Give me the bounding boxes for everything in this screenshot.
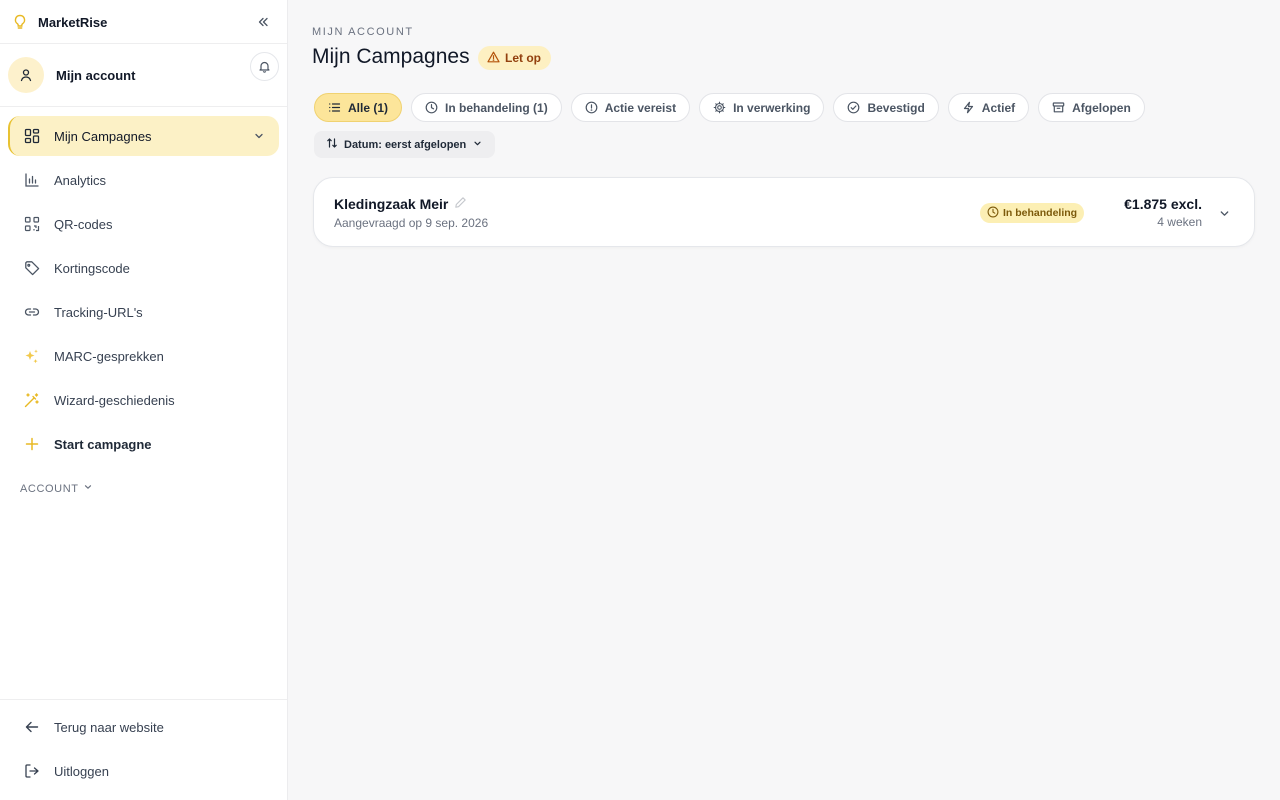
warning-triangle-icon bbox=[487, 51, 500, 66]
avatar bbox=[8, 57, 44, 93]
magic-wand-icon bbox=[23, 392, 40, 409]
link-icon bbox=[23, 304, 40, 321]
chevron-down-icon bbox=[1220, 210, 1228, 216]
user-icon bbox=[20, 69, 32, 82]
divider bbox=[0, 43, 287, 44]
sort-label: Datum: eerst afgelopen bbox=[344, 138, 467, 151]
brand[interactable]: MarketRise bbox=[12, 11, 107, 33]
brand-name: MarketRise bbox=[38, 14, 108, 30]
logout-icon bbox=[23, 763, 40, 780]
chevron-down-icon bbox=[472, 138, 483, 152]
sidebar-item-label: Wizard-geschiedenis bbox=[54, 392, 175, 408]
back-to-website-link[interactable]: Terug naar website bbox=[8, 707, 279, 747]
sidebar-item-label: Terug naar website bbox=[54, 719, 164, 735]
arrow-left-icon bbox=[23, 719, 40, 736]
collapse-sidebar-button[interactable] bbox=[253, 12, 273, 32]
sidebar-item-label: Tracking-URL's bbox=[54, 304, 143, 320]
status-filters: Alle (1) In behandeling (1) Actie vereis… bbox=[314, 93, 1145, 122]
filter-label: In verwerking bbox=[733, 100, 811, 115]
filter-actie-vereist[interactable]: Actie vereist bbox=[570, 93, 691, 122]
bell-icon bbox=[259, 61, 270, 73]
archive-icon bbox=[1052, 101, 1065, 114]
status-badge: In behandeling bbox=[980, 203, 1085, 223]
bolt-icon bbox=[962, 101, 975, 114]
alert-circle-icon bbox=[585, 101, 598, 114]
filter-afgelopen[interactable]: Afgelopen bbox=[1038, 93, 1145, 122]
sidebar-item-label: Kortingscode bbox=[54, 260, 130, 276]
sidebar-item-qr-codes[interactable]: QR-codes bbox=[8, 204, 279, 244]
breadcrumb: MIJN ACCOUNT bbox=[312, 26, 414, 38]
warning-badge-label: Let op bbox=[505, 51, 541, 65]
sidebar-item-analytics[interactable]: Analytics bbox=[8, 160, 279, 200]
clock-icon bbox=[987, 206, 999, 221]
chevron-down-icon bbox=[83, 482, 93, 495]
sparkles-icon bbox=[23, 348, 40, 365]
sort-dropdown[interactable]: Datum: eerst afgelopen bbox=[314, 131, 496, 158]
sidebar-item-label: MARC-gesprekken bbox=[54, 348, 164, 364]
filter-label: In behandeling (1) bbox=[445, 100, 548, 115]
divider bbox=[0, 699, 287, 700]
chevron-down-icon bbox=[253, 129, 265, 147]
pencil-icon[interactable] bbox=[454, 196, 467, 212]
sidebar-item-label: Start campagne bbox=[54, 436, 152, 452]
filter-in-behandeling[interactable]: In behandeling (1) bbox=[411, 93, 562, 122]
dashboard-icon bbox=[23, 128, 40, 145]
sidebar: MarketRise Mijn account Mijn Campagnes A… bbox=[0, 0, 288, 800]
sidebar-item-label: Analytics bbox=[54, 172, 107, 188]
qr-code-icon bbox=[23, 216, 40, 233]
sidebar-item-marc-gesprekken[interactable]: MARC-gesprekken bbox=[8, 336, 279, 376]
sort-icon bbox=[326, 137, 338, 152]
sidebar-item-label: Uitloggen bbox=[54, 763, 109, 779]
account-section-toggle[interactable]: ACCOUNT bbox=[20, 482, 93, 495]
bar-chart-icon bbox=[23, 172, 40, 189]
expand-button[interactable] bbox=[1216, 205, 1232, 221]
gear-icon bbox=[713, 101, 726, 114]
list-icon bbox=[328, 101, 341, 114]
section-label: ACCOUNT bbox=[20, 482, 79, 495]
sidebar-footer: Terug naar website Uitloggen bbox=[8, 707, 279, 795]
notifications-button[interactable] bbox=[250, 52, 279, 81]
sidebar-item-kortingscode[interactable]: Kortingscode bbox=[8, 248, 279, 288]
filter-all[interactable]: Alle (1) bbox=[314, 93, 403, 122]
sidebar-item-wizard-geschiedenis[interactable]: Wizard-geschiedenis bbox=[8, 380, 279, 420]
chevrons-left-icon bbox=[258, 17, 268, 27]
account-menu[interactable]: Mijn account bbox=[8, 57, 280, 93]
start-campaign-button[interactable]: Start campagne bbox=[8, 424, 279, 464]
campaign-card[interactable]: Kledingzaak Meir Aangevraagd op 9 sep. 2… bbox=[313, 177, 1255, 247]
divider bbox=[0, 106, 287, 107]
filter-label: Alle (1) bbox=[348, 100, 389, 115]
campaign-title: Kledingzaak Meir bbox=[334, 196, 467, 212]
main-content: MIJN ACCOUNT Mijn Campagnes Let op Alle … bbox=[288, 0, 1280, 800]
check-circle-icon bbox=[847, 101, 860, 114]
logout-button[interactable]: Uitloggen bbox=[8, 751, 279, 791]
sidebar-item-label: QR-codes bbox=[54, 216, 113, 232]
sidebar-item-mijn-campagnes[interactable]: Mijn Campagnes bbox=[8, 116, 279, 156]
tag-icon bbox=[23, 260, 40, 277]
lightbulb-icon bbox=[12, 13, 28, 31]
filter-actief[interactable]: Actief bbox=[947, 93, 1030, 122]
sidebar-item-label: Mijn Campagnes bbox=[54, 128, 152, 144]
sidebar-item-tracking-urls[interactable]: Tracking-URL's bbox=[8, 292, 279, 332]
filter-label: Actief bbox=[981, 100, 1016, 115]
warning-badge[interactable]: Let op bbox=[478, 46, 551, 70]
plus-icon bbox=[23, 436, 40, 453]
campaign-requested-date: Aangevraagd op 9 sep. 2026 bbox=[334, 216, 489, 230]
filter-label: Bevestigd bbox=[867, 100, 925, 115]
page-title: Mijn Campagnes bbox=[312, 45, 470, 68]
filter-label: Afgelopen bbox=[1072, 100, 1131, 115]
sidebar-nav: Mijn Campagnes Analytics QR-codes Kortin… bbox=[8, 116, 279, 468]
filter-bevestigd[interactable]: Bevestigd bbox=[833, 93, 939, 122]
filter-in-verwerking[interactable]: In verwerking bbox=[699, 93, 825, 122]
status-label: In behandeling bbox=[1003, 207, 1078, 219]
campaign-duration: 4 weken bbox=[1157, 215, 1202, 229]
clock-icon bbox=[425, 101, 438, 114]
campaign-price: €1.875 excl. bbox=[1124, 196, 1202, 212]
account-label: Mijn account bbox=[56, 67, 136, 83]
filter-label: Actie vereist bbox=[604, 100, 677, 115]
campaign-name: Kledingzaak Meir bbox=[334, 196, 449, 212]
